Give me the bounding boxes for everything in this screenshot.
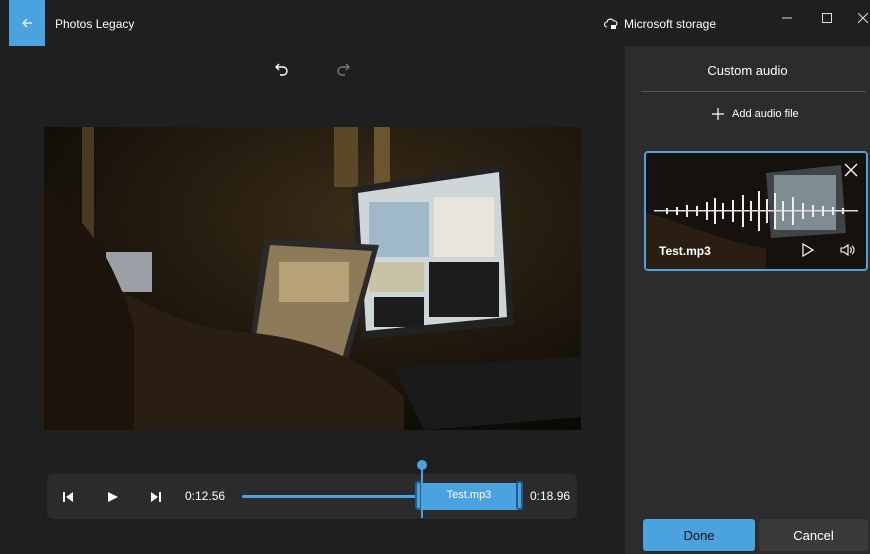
clip-label: Test.mp3 [446,489,492,501]
cancel-button[interactable]: Cancel [759,519,868,551]
app-title: Photos Legacy [55,17,135,31]
minimize-icon [782,17,792,19]
audio-play-button[interactable] [801,242,817,259]
undo-icon [275,63,288,76]
timeline-scrubber: 0:12.56 Test.mp3 0:18.96 [47,474,577,519]
plus-icon [712,108,724,120]
maximize-icon [822,13,832,23]
add-audio-file-button[interactable]: Add audio file [712,108,799,120]
title-bar: Photos Legacy Microsoft storage [0,0,870,46]
audio-volume-button[interactable] [840,243,858,259]
close-icon [858,13,868,23]
audio-file-card[interactable]: Test.mp3 [644,151,868,271]
maximize-button[interactable] [812,8,842,28]
end-time: 0:18.96 [530,489,571,503]
playhead[interactable] [416,460,428,518]
add-audio-label: Add audio file [732,108,799,120]
previous-frame-icon [63,492,73,502]
clip-end-handle[interactable] [516,481,523,510]
redo-icon [337,63,350,76]
previous-frame-button[interactable] [58,487,78,507]
done-button[interactable]: Done [643,519,755,551]
redo-button[interactable] [332,58,354,80]
custom-audio-panel: Custom audio Add audio file Test.mp3 Don… [625,46,870,554]
play-button[interactable] [103,487,123,507]
panel-divider [641,91,866,92]
video-frame-image [44,127,581,430]
cloud-lock-icon [604,18,618,29]
volume-icon [840,243,855,257]
back-button[interactable] [9,0,45,46]
next-frame-icon [151,492,161,502]
remove-audio-button[interactable] [844,163,858,177]
video-preview[interactable] [44,127,581,430]
back-arrow-icon [22,18,32,28]
panel-title: Custom audio [707,63,788,78]
current-time: 0:12.56 [185,489,226,503]
audio-file-name: Test.mp3 [659,244,711,258]
progress-track[interactable] [242,495,420,498]
play-icon [108,492,118,502]
audio-clip-segment[interactable]: Test.mp3 [415,481,523,510]
undo-button[interactable] [271,58,293,80]
close-icon [844,163,858,177]
close-button[interactable] [848,8,870,28]
minimize-button[interactable] [772,8,802,28]
next-frame-button[interactable] [146,487,166,507]
play-outline-icon [802,242,815,258]
storage-label: Microsoft storage [624,17,717,31]
microsoft-storage-button[interactable]: Microsoft storage [604,17,716,31]
